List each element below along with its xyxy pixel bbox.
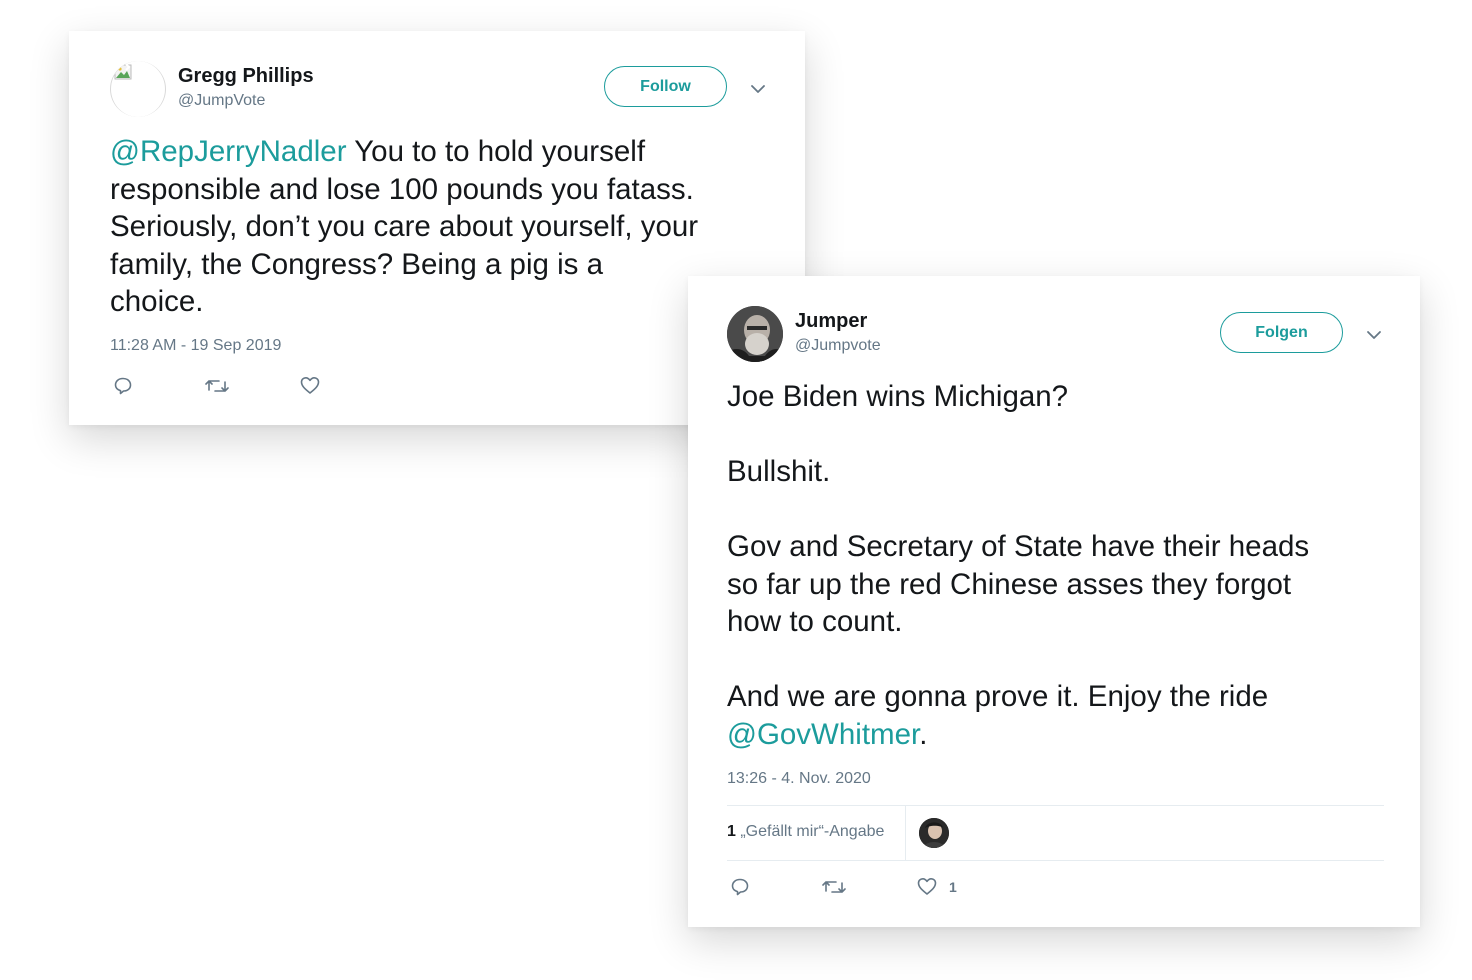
tweet-text-line: how to count. [727,605,903,638]
retweet-button[interactable] [205,377,229,395]
reply-button[interactable] [113,376,133,396]
follow-button[interactable]: Folgen [1220,312,1343,353]
broken-image-icon [114,63,132,80]
user-name[interactable]: Jumper [795,310,867,333]
avatar[interactable] [110,61,166,117]
tweet-paragraph: Joe Biden wins Michigan? [727,380,1069,413]
tweet-text: Joe Biden wins Michigan? Bullshit. Gov a… [727,378,1407,753]
tweet-timestamp[interactable]: 11:28 AM - 19 Sep 2019 [110,337,281,355]
user-handle[interactable]: @JumpVote [178,92,265,110]
user-name[interactable]: Gregg Phillips [178,65,314,88]
divider [905,806,906,860]
tweet-timestamp[interactable]: 13:26 - 4. Nov. 2020 [727,770,871,788]
tweet-text-end: . [919,717,928,751]
chevron-down-icon[interactable] [750,84,766,94]
tweet-text-line: Seriously, don’t you care about yourself… [110,210,699,243]
follow-button[interactable]: Follow [604,66,727,107]
tweet-text-line: Gov and Secretary of State have their he… [727,530,1310,563]
profile-photo [727,306,783,362]
avatar[interactable] [727,306,783,362]
mention-link[interactable]: @GovWhitmer [727,718,919,751]
likes-label: „Gefällt mir“-Angabe [735,823,885,840]
reply-button[interactable] [730,877,750,897]
tweet-text-line: You to to hold yourself [346,135,646,168]
tweet-text-line: And we are gonna prove it. Enjoy the rid… [727,680,1269,713]
retweet-icon [822,881,846,893]
retweet-button[interactable] [822,878,846,896]
likes-count: 1 [727,823,736,840]
avatar[interactable] [919,818,949,848]
chevron-down-icon[interactable] [1366,330,1382,340]
like-button[interactable] [300,376,320,395]
divider [727,805,1384,806]
screenshot-stage: Gregg Phillips @JumpVote Follow @RepJerr… [0,0,1472,980]
reply-icon [731,878,749,896]
mention-link[interactable]: @RepJerryNadler [110,135,347,168]
like-icon [300,377,320,394]
tweet-card-jumper: Jumper @Jumpvote Folgen Joe Biden wins M… [688,276,1420,927]
tweet-paragraph: Bullshit. [727,455,831,488]
like-count: 1 [949,878,957,895]
liker-photo [919,818,949,848]
like-icon [917,878,937,895]
tweet-text-line: so far up the red Chinese asses they for… [727,567,1292,601]
retweet-icon [205,380,229,392]
reply-icon [114,377,132,395]
like-button[interactable]: 1 [917,877,957,896]
tweet-text-line: responsible and lose 100 pounds you fata… [110,172,694,206]
divider [727,860,1384,861]
user-handle[interactable]: @Jumpvote [795,337,881,355]
likes-summary[interactable]: 1 „Gefällt mir“-Angabe [727,823,884,841]
